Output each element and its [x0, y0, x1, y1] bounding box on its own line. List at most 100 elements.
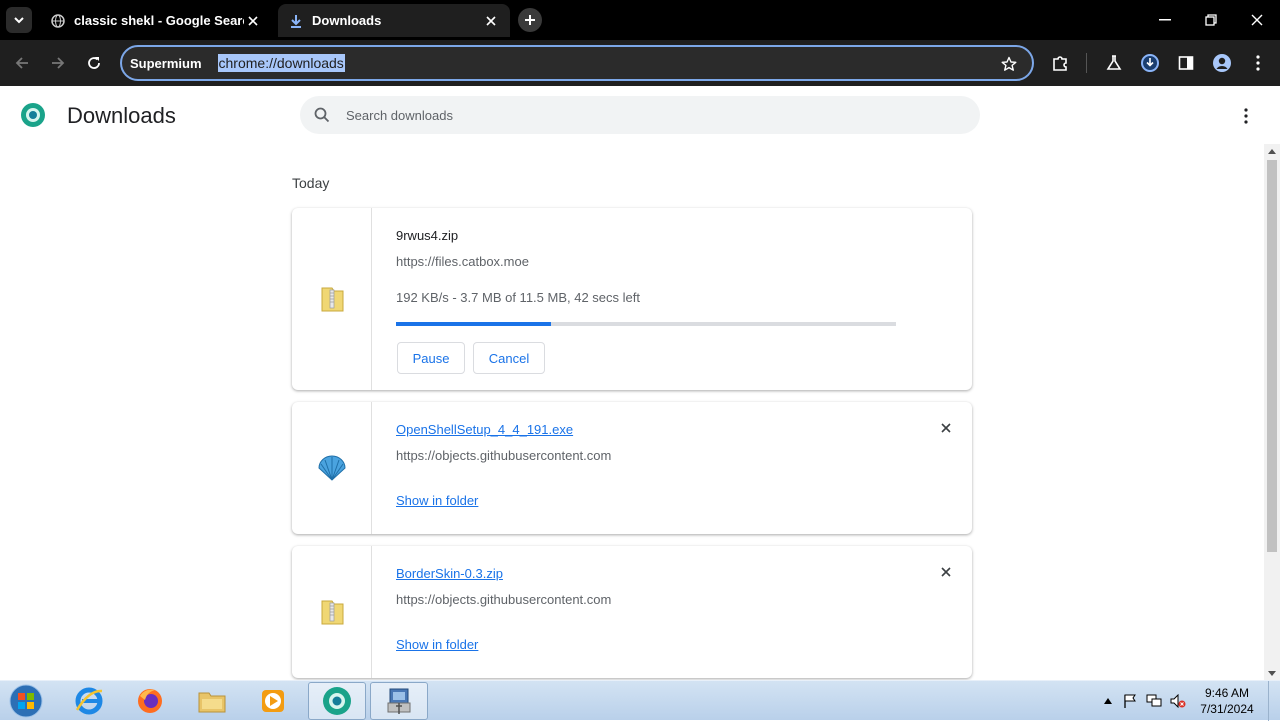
chevron-up-icon — [1104, 698, 1112, 704]
download-filename-link[interactable]: BorderSkin-0.3.zip — [396, 566, 503, 581]
download-progress-fill — [396, 322, 551, 326]
scrollbar-thumb[interactable] — [1267, 160, 1277, 552]
action-center-flag-icon[interactable] — [1122, 693, 1138, 709]
tab-search-button[interactable] — [6, 7, 32, 33]
page-scrollbar[interactable] — [1264, 144, 1280, 680]
download-item: 9rwus4.zip https://files.catbox.moe 192 … — [292, 208, 972, 390]
volume-muted-icon[interactable] — [1170, 693, 1186, 709]
arrow-left-icon — [15, 57, 28, 69]
search-downloads-bar[interactable] — [300, 96, 980, 134]
close-icon — [1251, 14, 1263, 26]
side-panel-button[interactable] — [1172, 49, 1200, 77]
download-file-icon-cell — [292, 208, 372, 390]
omnibox-url[interactable]: chrome://downloads — [217, 54, 345, 72]
internet-explorer-icon — [75, 687, 103, 715]
close-icon — [941, 567, 951, 577]
taskbar-firefox[interactable] — [121, 682, 179, 720]
download-progress-icon — [1141, 54, 1159, 72]
omnibox-site-label: Supermium — [130, 55, 202, 71]
show-in-folder-link[interactable]: Show in folder — [396, 493, 478, 508]
remove-download-button[interactable] — [936, 418, 956, 438]
zip-folder-icon — [321, 600, 343, 625]
windows-logo-icon — [9, 684, 43, 718]
profile-button[interactable] — [1208, 49, 1236, 77]
download-file-icon-cell — [292, 402, 372, 534]
arrow-right-icon — [52, 57, 65, 69]
zip-folder-icon — [321, 287, 343, 312]
minimize-button[interactable] — [1142, 4, 1188, 36]
tab-title: classic shekl - Google Search — [74, 13, 244, 28]
taskbar-file-explorer[interactable] — [183, 682, 241, 720]
system-clock[interactable]: 9:46 AM 7/31/2024 — [1196, 685, 1258, 717]
download-filename: 9rwus4.zip — [396, 228, 459, 243]
tab-close-icon[interactable] — [244, 12, 262, 30]
downloads-page: Downloads Today 9rwus4.zip https://files… — [0, 86, 1280, 680]
taskbar-media-player[interactable] — [244, 682, 302, 720]
tab-close-icon[interactable] — [482, 12, 500, 30]
taskbar-setup[interactable] — [370, 682, 428, 720]
download-source-url: https://objects.githubusercontent.com — [396, 448, 612, 463]
close-window-button[interactable] — [1234, 4, 1280, 36]
clock-time: 9:46 AM — [1204, 686, 1250, 700]
download-source-url: https://files.catbox.moe — [396, 254, 529, 269]
windows-taskbar: 9:46 AM 7/31/2024 — [0, 680, 1280, 721]
forward-button[interactable] — [44, 49, 72, 77]
side-panel-icon — [1178, 56, 1194, 70]
chevron-down-icon — [14, 17, 24, 24]
show-in-folder-link[interactable]: Show in folder — [396, 637, 478, 652]
downloads-button[interactable] — [1136, 49, 1164, 77]
taskbar-internet-explorer[interactable] — [60, 682, 118, 720]
close-icon — [941, 423, 951, 433]
download-status-text: 192 KB/s - 3.7 MB of 11.5 MB, 42 secs le… — [396, 290, 640, 305]
date-heading: Today — [292, 175, 330, 191]
globe-icon — [50, 13, 66, 29]
clock-date: 7/31/2024 — [1200, 702, 1254, 716]
shell-icon — [317, 455, 346, 481]
search-icon — [312, 105, 332, 125]
download-item: OpenShellSetup_4_4_191.exe https://objec… — [292, 402, 972, 534]
tab-downloads[interactable]: Downloads — [278, 4, 510, 37]
extensions-button[interactable] — [1046, 49, 1074, 77]
download-source-url: https://objects.githubusercontent.com — [396, 592, 612, 607]
download-icon — [288, 13, 304, 29]
address-bar[interactable]: Supermium chrome://downloads — [120, 45, 1034, 81]
labs-button[interactable] — [1100, 49, 1128, 77]
browser-toolbar: Supermium chrome://downloads — [0, 40, 1280, 86]
pause-button[interactable]: Pause — [397, 342, 465, 374]
avatar-icon — [1213, 54, 1231, 72]
download-file-icon-cell — [292, 546, 372, 678]
tab-google-search[interactable]: classic shekl - Google Search — [40, 4, 272, 37]
search-downloads-input[interactable] — [346, 107, 906, 123]
supermium-icon — [323, 687, 351, 715]
flask-icon — [1106, 55, 1122, 70]
reload-button[interactable] — [80, 49, 108, 77]
bookmark-star-icon[interactable] — [998, 53, 1020, 75]
download-item: BorderSkin-0.3.zip https://objects.githu… — [292, 546, 972, 678]
show-desktop-button[interactable] — [1268, 681, 1280, 721]
start-button[interactable] — [4, 683, 48, 719]
puzzle-icon — [1053, 56, 1067, 71]
new-tab-button[interactable] — [518, 8, 542, 32]
scroll-down-arrow-icon[interactable] — [1264, 666, 1280, 680]
back-button[interactable] — [8, 49, 36, 77]
download-filename-link[interactable]: OpenShellSetup_4_4_191.exe — [396, 422, 573, 437]
kebab-menu-icon — [1256, 55, 1260, 71]
setup-icon — [387, 688, 411, 714]
network-icon[interactable] — [1146, 693, 1162, 709]
tab-strip: classic shekl - Google Search Downloads — [0, 0, 1280, 40]
kebab-menu-icon — [1244, 108, 1248, 124]
firefox-icon — [138, 689, 162, 713]
plus-icon — [525, 15, 535, 25]
cancel-button[interactable]: Cancel — [473, 342, 545, 374]
show-hidden-icons-button[interactable] — [1100, 693, 1116, 709]
toolbar-divider — [1086, 53, 1087, 73]
restore-icon — [1205, 14, 1217, 26]
restore-button[interactable] — [1188, 4, 1234, 36]
browser-menu-button[interactable] — [1244, 49, 1272, 77]
page-more-actions-button[interactable] — [1236, 104, 1256, 128]
taskbar-supermium[interactable] — [308, 682, 366, 720]
minimize-icon — [1159, 19, 1171, 21]
remove-download-button[interactable] — [936, 562, 956, 582]
scroll-up-arrow-icon[interactable] — [1264, 144, 1280, 158]
supermium-logo-icon — [20, 102, 46, 128]
